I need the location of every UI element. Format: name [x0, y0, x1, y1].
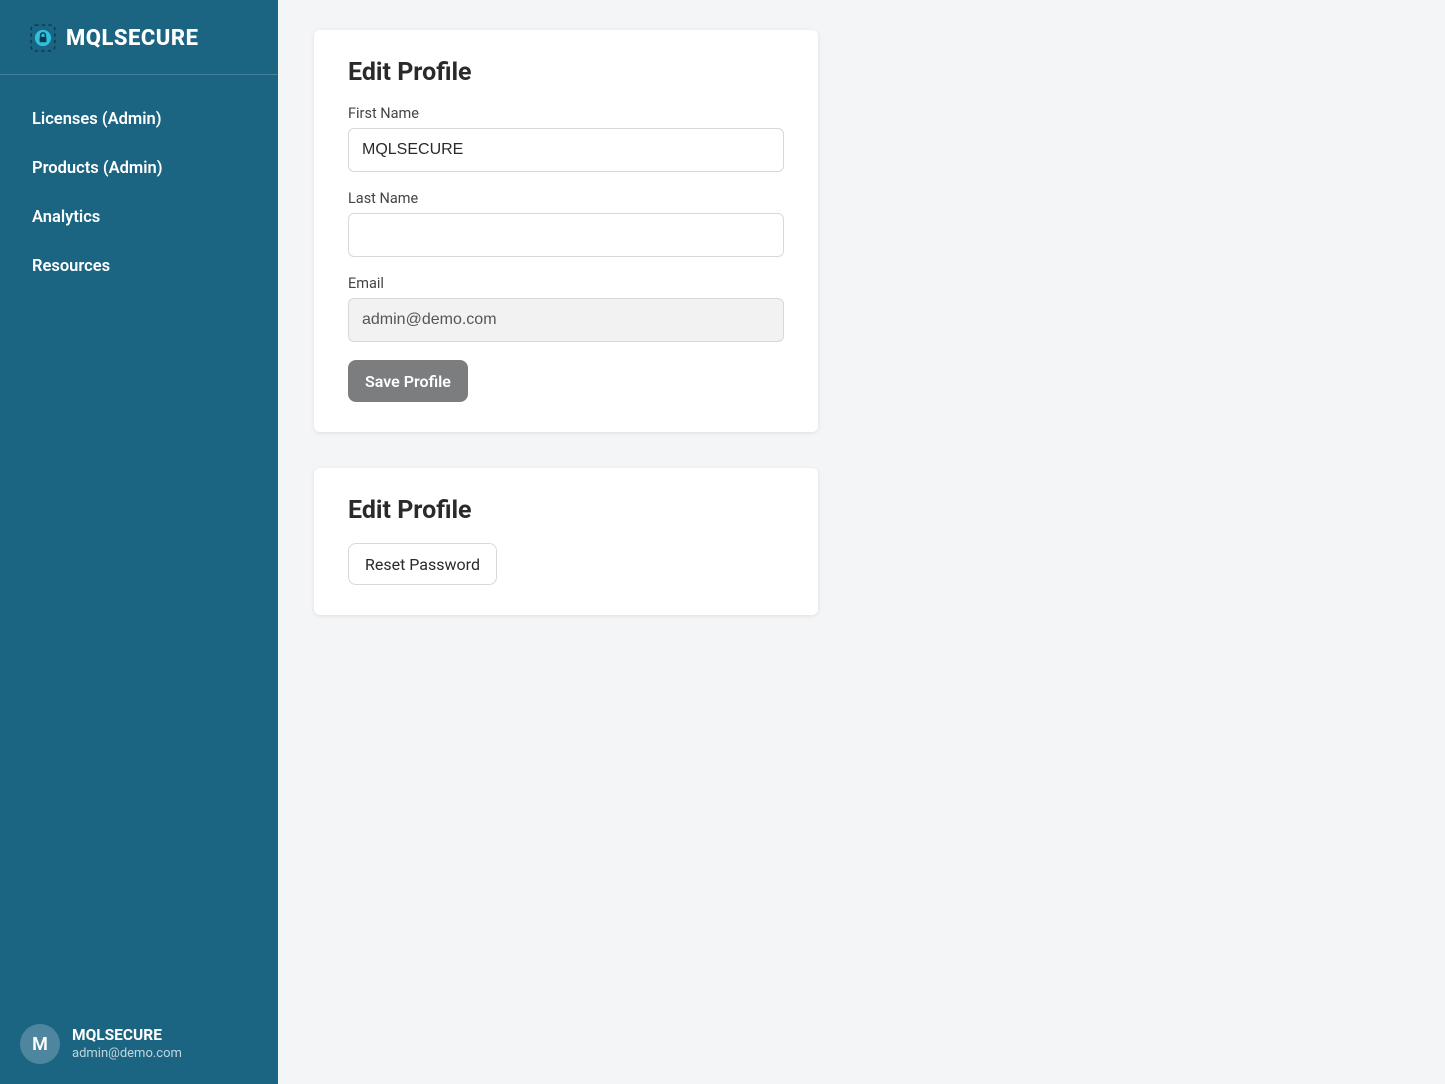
sidebar-nav: Licenses (Admin) Products (Admin) Analyt…	[0, 75, 278, 1005]
sidebar-item-licenses[interactable]: Licenses (Admin)	[0, 95, 278, 144]
last-name-label: Last Name	[348, 190, 784, 207]
last-name-group: Last Name	[348, 190, 784, 257]
sidebar: MQLSECURE Licenses (Admin) Products (Adm…	[0, 0, 278, 1084]
lock-icon	[30, 24, 56, 52]
user-info: MQLSECURE admin@demo.com	[72, 1026, 182, 1062]
reset-password-title: Edit Profile	[348, 496, 784, 525]
reset-password-button[interactable]: Reset Password	[348, 543, 497, 585]
brand-name: MQLSECURE	[66, 26, 198, 51]
edit-profile-title: Edit Profile	[348, 58, 784, 87]
first-name-group: First Name	[348, 105, 784, 172]
email-label: Email	[348, 275, 784, 292]
avatar: M	[20, 1024, 60, 1064]
first-name-input[interactable]	[348, 128, 784, 172]
sidebar-user-block[interactable]: M MQLSECURE admin@demo.com	[0, 1005, 278, 1084]
user-email: admin@demo.com	[72, 1046, 182, 1062]
sidebar-item-products[interactable]: Products (Admin)	[0, 144, 278, 193]
email-group: Email	[348, 275, 784, 342]
email-input	[348, 298, 784, 342]
sidebar-header: MQLSECURE	[0, 0, 278, 75]
main-content: Edit Profile First Name Last Name Email …	[278, 0, 1445, 1084]
user-name: MQLSECURE	[72, 1026, 182, 1045]
save-profile-button[interactable]: Save Profile	[348, 360, 468, 402]
sidebar-item-resources[interactable]: Resources	[0, 242, 278, 291]
last-name-input[interactable]	[348, 213, 784, 257]
reset-password-card: Edit Profile Reset Password	[314, 468, 818, 615]
edit-profile-card: Edit Profile First Name Last Name Email …	[314, 30, 818, 432]
sidebar-item-analytics[interactable]: Analytics	[0, 193, 278, 242]
first-name-label: First Name	[348, 105, 784, 122]
